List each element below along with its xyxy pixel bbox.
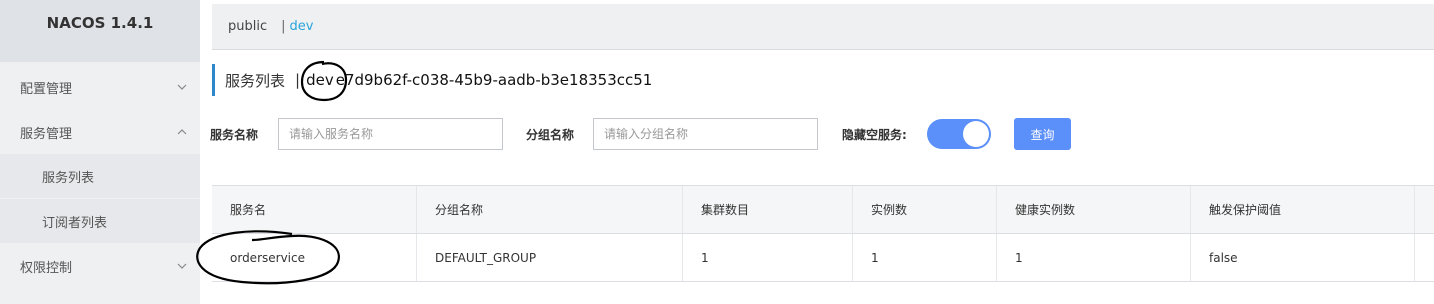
column-header-protect-threshold[interactable]: 触发保护阈值 — [1191, 186, 1415, 233]
sidebar-item-label: 配置管理 — [20, 81, 73, 97]
cell-instance-count: 1 — [853, 234, 997, 281]
title-separator: | — [295, 71, 301, 89]
cell-service-name[interactable]: orderservice — [212, 234, 417, 281]
namespace-id: e7d9b62f-c038-45b9-aadb-b3e18353cc51 — [335, 71, 653, 89]
service-name-label: 服务名称 — [210, 128, 259, 142]
namespace-bar: public | dev — [212, 4, 1434, 50]
service-name-input[interactable]: 请输入服务名称 — [278, 118, 503, 150]
sidebar-item-service-management[interactable]: 服务管理 — [0, 110, 200, 154]
chevron-up-icon — [177, 129, 187, 135]
table-header-row: 服务名 分组名称 集群数目 实例数 健康实例数 触发保护阈值 — [212, 186, 1434, 234]
group-name-label: 分组名称 — [526, 128, 575, 142]
namespace-dev[interactable]: dev — [290, 19, 314, 34]
sidebar-item-label: 订阅者列表 — [42, 215, 108, 231]
toggle-knob — [963, 121, 989, 147]
cell-healthy-instance-count: 1 — [997, 234, 1191, 281]
sidebar-item-label: 服务管理 — [20, 126, 73, 142]
hide-empty-label: 隐藏空服务: — [842, 128, 907, 142]
sidebar-item-access-control[interactable]: 权限控制 — [0, 244, 200, 288]
namespace-name: dev — [306, 71, 334, 89]
page-title: 服务列表 — [225, 71, 286, 90]
namespace-public[interactable]: public — [228, 19, 267, 34]
sidebar-item-service-list[interactable]: 服务列表 — [0, 154, 200, 198]
service-table: 服务名 分组名称 集群数目 实例数 健康实例数 触发保护阈值 orderserv… — [212, 185, 1434, 282]
table-row[interactable]: orderservice DEFAULT_GROUP 1 1 1 false — [212, 234, 1434, 282]
chevron-down-icon — [177, 84, 187, 90]
sidebar-item-label: 服务列表 — [42, 170, 95, 186]
column-header-cluster-count[interactable]: 集群数目 — [683, 186, 853, 233]
query-button[interactable]: 查询 — [1014, 118, 1071, 150]
cell-protect-threshold: false — [1191, 234, 1415, 281]
sidebar-item-subscriber-list[interactable]: 订阅者列表 — [0, 199, 200, 243]
sidebar: NACOS 1.4.1 配置管理 服务管理 服务列表 订阅者列表 权限控制 — [0, 0, 200, 304]
search-form: 服务名称 请输入服务名称 分组名称 请输入分组名称 隐藏空服务: 查询 — [210, 118, 1210, 150]
cell-group-name: DEFAULT_GROUP — [417, 234, 683, 281]
page-title-bar: 服务列表 | dev e7d9b62f-c038-45b9-aadb-b3e18… — [212, 64, 652, 96]
sidebar-item-label: 权限控制 — [20, 260, 73, 276]
app-logo-title: NACOS 1.4.1 — [0, 0, 200, 62]
sidebar-item-config-management[interactable]: 配置管理 — [0, 65, 200, 109]
column-header-instance-count[interactable]: 实例数 — [853, 186, 997, 233]
namespace-separator: | — [281, 19, 286, 34]
group-name-input[interactable]: 请输入分组名称 — [593, 118, 818, 150]
cell-cluster-count: 1 — [683, 234, 853, 281]
chevron-down-icon — [177, 263, 187, 269]
column-header-group-name[interactable]: 分组名称 — [417, 186, 683, 233]
column-header-service-name[interactable]: 服务名 — [212, 186, 417, 233]
column-header-healthy-instance-count[interactable]: 健康实例数 — [997, 186, 1191, 233]
hide-empty-toggle[interactable] — [927, 119, 991, 149]
